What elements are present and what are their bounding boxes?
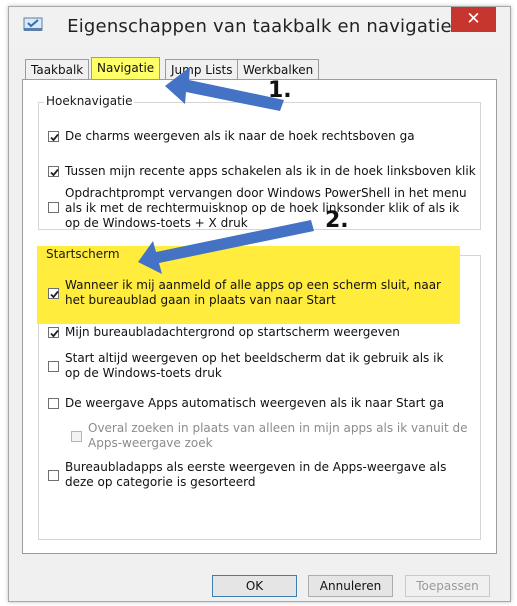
arrow-2 xyxy=(138,220,314,274)
arrow-1 xyxy=(165,67,284,111)
annotation-arrows xyxy=(138,67,314,274)
annotation-two: 2. xyxy=(325,208,349,233)
annotation-one: 1. xyxy=(268,78,292,103)
